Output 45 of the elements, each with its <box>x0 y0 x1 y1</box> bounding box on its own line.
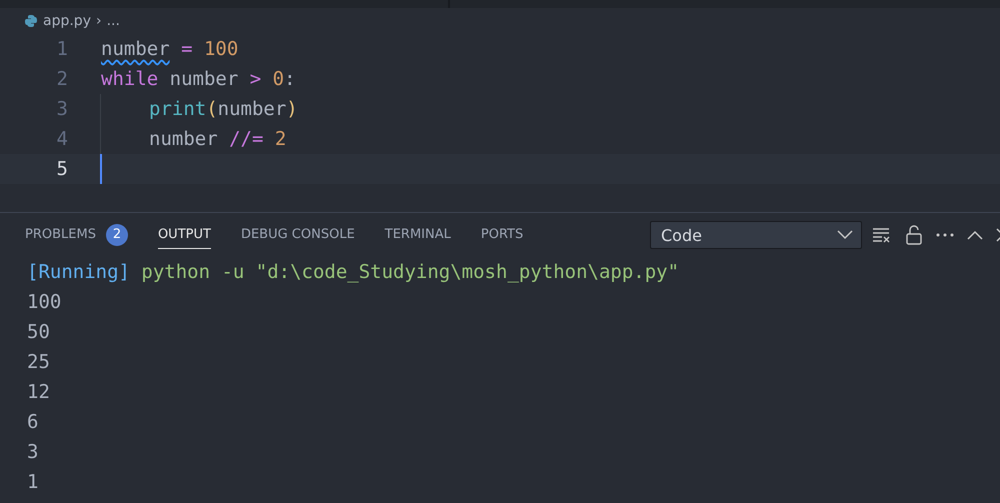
output-text: 50 <box>27 321 50 343</box>
line-number: 1 <box>56 38 68 60</box>
line-number: 5 <box>56 158 68 180</box>
output-text: 6 <box>27 411 38 433</box>
panel-tab[interactable]: PORTS <box>480 222 524 248</box>
code-token: > <box>250 68 262 90</box>
panel-tab[interactable]: DEBUG CONSOLE <box>240 222 355 248</box>
panel-tab[interactable]: OUTPUT <box>158 222 211 248</box>
code-token: 100 <box>204 38 238 60</box>
code-token: ) <box>286 98 298 120</box>
code-token: number <box>168 68 240 90</box>
output-text: 1 <box>27 471 38 493</box>
output-text: 12 <box>27 381 50 403</box>
breadcrumb-file[interactable]: app.py <box>43 13 91 29</box>
breadcrumb-more[interactable]: ... <box>106 13 120 29</box>
code-token: 2 <box>274 128 286 150</box>
chevron-down-icon <box>837 230 853 240</box>
code-token: : <box>284 68 296 90</box>
python-icon <box>24 14 38 28</box>
code-token: print <box>149 98 206 120</box>
more-icon[interactable] <box>936 233 954 237</box>
code-token: number <box>101 38 170 60</box>
output-text: [Running] <box>27 261 130 283</box>
chevron-up-icon[interactable] <box>967 230 983 240</box>
panel-tab[interactable]: PROBLEMS 2 <box>25 222 128 248</box>
output-text: 3 <box>27 441 38 463</box>
code-token: number <box>149 128 219 150</box>
output-text: 25 <box>27 351 50 373</box>
panel-tab[interactable]: TERMINAL <box>384 222 451 248</box>
code-token: ( <box>206 98 218 120</box>
code-token: while <box>101 68 158 90</box>
breadcrumb-separator: › <box>96 13 102 29</box>
output-text: 100 <box>27 291 62 313</box>
code-token: 0 <box>272 68 284 90</box>
line-number: 3 <box>56 98 68 120</box>
channel-select[interactable]: Code <box>650 221 862 249</box>
code-token: //= <box>229 128 264 150</box>
line-number: 4 <box>56 128 68 150</box>
output-text: python -u "d:\code_Studying\mosh_python\app.py" <box>140 261 680 283</box>
line-number: 2 <box>56 68 68 90</box>
count-badge: 2 <box>106 224 128 246</box>
code-token: = <box>180 38 194 60</box>
code-token: number <box>218 98 286 120</box>
unlock-icon[interactable] <box>905 225 923 245</box>
clear-output-icon[interactable] <box>872 227 892 243</box>
